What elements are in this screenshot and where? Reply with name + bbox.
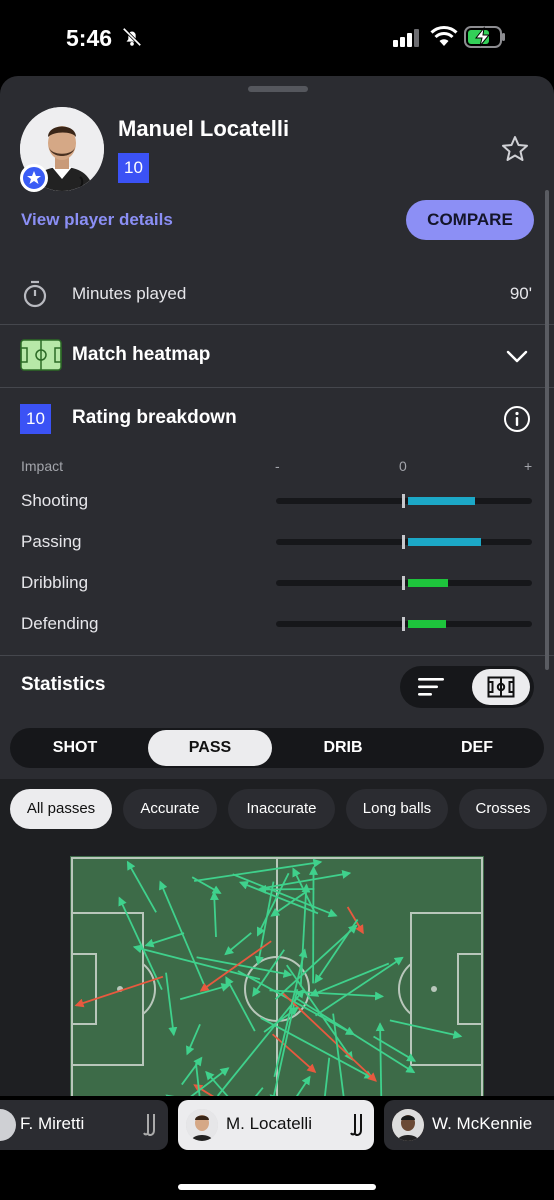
player-card-mckennie[interactable]: W. McKennie: [384, 1100, 554, 1150]
minutes-played-row: Minutes played 90': [0, 264, 554, 324]
compare-button[interactable]: COMPARE: [406, 200, 534, 240]
rating-fill: [408, 497, 475, 505]
filter-inaccurate[interactable]: Inaccurate: [228, 789, 335, 829]
minutes-played-value: 90': [509, 284, 532, 303]
impact-scale-header: Impact - 0 +: [0, 454, 554, 478]
impact-plus: +: [524, 458, 533, 474]
player-card-name: F. Miretti: [20, 1114, 85, 1133]
rating-zero-marker: [402, 576, 405, 590]
penalty-spot: [431, 986, 437, 992]
tab-pass[interactable]: PASS: [148, 730, 272, 766]
club-crest-icon: [350, 1114, 362, 1136]
rating-row-label: Shooting: [21, 491, 89, 510]
star-outline-icon[interactable]: [500, 134, 530, 164]
match-heatmap-row[interactable]: Match heatmap: [0, 325, 554, 387]
tab-shot[interactable]: SHOT: [12, 730, 138, 766]
wifi-icon: [430, 25, 458, 46]
player-name: Manuel Locatelli: [118, 116, 290, 141]
player-photo: [392, 1109, 424, 1141]
pitch-icon: [487, 676, 515, 698]
tab-def[interactable]: DEF: [414, 730, 540, 766]
rating-row-defending: Defending: [0, 606, 554, 642]
player-sheet: Manuel Locatelli 10 View player details …: [0, 76, 554, 1200]
rating-row-dribbling: Dribbling: [0, 565, 554, 601]
filter-crosses[interactable]: Crosses: [459, 789, 547, 829]
sheet-grabber[interactable]: [248, 86, 308, 92]
rating-breakdown-row: 10 Rating breakdown: [0, 388, 554, 450]
player-card-name: M. Locatelli: [226, 1114, 312, 1133]
impact-label: Impact: [21, 458, 64, 474]
rating-zero-marker: [402, 494, 405, 508]
stopwatch-icon: [23, 280, 47, 308]
rating-zero-marker: [402, 535, 405, 549]
rating-fill: [408, 620, 446, 628]
pitch-icon: [20, 339, 62, 371]
rating-row-passing: Passing: [0, 524, 554, 560]
home-indicator: [178, 1184, 376, 1190]
rating-fill: [408, 579, 448, 587]
statistics-view-toggle: [400, 666, 534, 708]
statistics-label: Statistics: [21, 674, 106, 695]
rating-row-label: Dribbling: [21, 573, 89, 592]
status-time: 5:46: [66, 25, 113, 51]
info-icon[interactable]: [503, 405, 531, 433]
tab-drib[interactable]: DRIB: [280, 730, 406, 766]
list-icon[interactable]: [414, 673, 450, 701]
player-photo: [0, 1109, 16, 1141]
rating-breakdown-label: Rating breakdown: [72, 407, 237, 428]
player-card-name: W. McKennie: [432, 1114, 533, 1133]
view-player-details-link[interactable]: View player details: [21, 210, 173, 230]
player-photo: [186, 1109, 218, 1141]
filter-all-passes[interactable]: All passes: [10, 789, 112, 829]
rating-row-label: Defending: [21, 614, 99, 633]
player-switcher: F. Miretti M. Locatelli W. McKennie: [0, 1096, 554, 1200]
minutes-played-label: Minutes played: [72, 284, 187, 303]
bell-slash-icon: [122, 27, 142, 47]
pitch-view-button[interactable]: [472, 669, 530, 705]
rating-row-shooting: Shooting: [0, 483, 554, 519]
scrollbar[interactable]: [545, 190, 549, 670]
impact-minus: -: [275, 458, 280, 474]
rating-row-label: Passing: [21, 532, 82, 551]
match-heatmap-label: Match heatmap: [72, 344, 211, 365]
rating-fill: [408, 538, 481, 546]
club-crest-icon: [143, 1114, 155, 1136]
filter-long-balls[interactable]: Long balls: [346, 789, 448, 829]
status-bar: 5:46: [0, 0, 554, 76]
signal-icon: [393, 29, 419, 47]
player-card-locatelli[interactable]: M. Locatelli: [178, 1100, 374, 1150]
impact-zero: 0: [399, 458, 407, 474]
battery-charging-icon: [464, 26, 505, 48]
avatar-badge-icon: [20, 164, 48, 192]
statistics-header: Statistics: [0, 656, 554, 716]
player-card-miretti[interactable]: F. Miretti: [0, 1100, 168, 1150]
filter-accurate[interactable]: Accurate: [123, 789, 217, 829]
chevron-down-icon[interactable]: [505, 345, 529, 367]
stat-type-tabs: SHOT PASS DRIB DEF: [10, 728, 544, 768]
player-rating-badge: 10: [118, 153, 149, 183]
rating-zero-marker: [402, 617, 405, 631]
rating-breakdown-badge: 10: [20, 404, 51, 434]
